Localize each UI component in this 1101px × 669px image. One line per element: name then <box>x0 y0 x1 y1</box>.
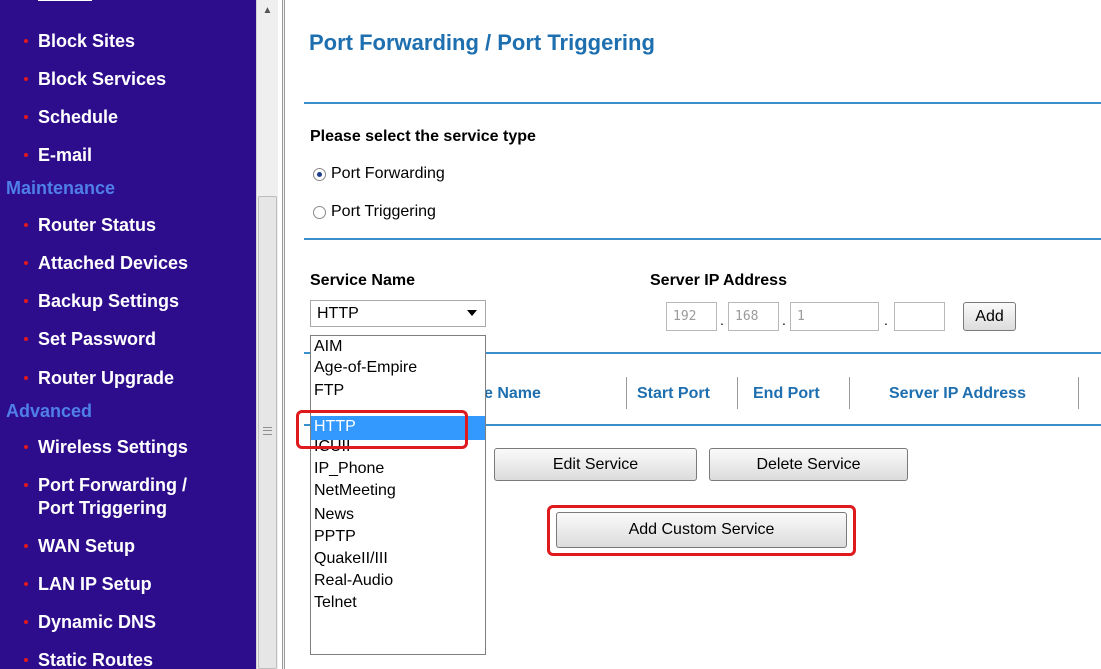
table-header-start-port: Start Port <box>637 385 710 402</box>
bullet-icon <box>24 337 28 341</box>
bullet-icon <box>24 445 28 449</box>
page-title: Port Forwarding / Port Triggering <box>309 30 655 55</box>
sidebar-item-label: Set Password <box>38 329 157 349</box>
sidebar-item-label: Wireless Settings <box>38 437 188 457</box>
dropdown-option[interactable]: Age-of-Empire <box>311 358 485 378</box>
sidebar-nav: ▬▬▬ Block Sites Block Services Schedule … <box>0 0 256 669</box>
sidebar-item-label: Block Sites <box>38 31 136 51</box>
bullet-icon <box>24 261 28 265</box>
bullet-icon <box>24 77 28 81</box>
table-header-end-port: End Port <box>753 385 820 402</box>
ip-octet-1-input[interactable]: 192 <box>666 302 717 331</box>
bullet-icon <box>24 483 28 487</box>
divider <box>304 238 1101 240</box>
sidebar-item-label: Backup Settings <box>38 291 180 311</box>
ip-octet-4-input[interactable] <box>894 302 945 331</box>
radio-port-forwarding[interactable]: Port Forwarding <box>313 165 445 183</box>
divider <box>304 102 1101 104</box>
sidebar-item-label: WAN Setup <box>38 536 135 556</box>
sidebar-item-label: Schedule <box>38 107 119 127</box>
service-name-label: Service Name <box>310 272 415 289</box>
dropdown-option[interactable]: NetMeeting <box>311 480 485 502</box>
radio-label: Port Forwarding <box>331 165 445 182</box>
dropdown-option[interactable]: FTP <box>311 380 485 398</box>
dropdown-option[interactable]: PPTP <box>311 526 485 548</box>
bullet-icon <box>24 299 28 303</box>
grip-icon <box>263 427 272 435</box>
service-type-prompt: Please select the service type <box>310 128 536 145</box>
table-header-separator <box>626 377 627 409</box>
bullet-icon <box>24 544 28 548</box>
table-header-separator <box>737 377 738 409</box>
sidebar-heading-maintenance: Maintenance <box>6 178 116 198</box>
ip-octet-3-input[interactable]: 1 <box>790 302 879 331</box>
sidebar-item-label: Static Routes <box>38 650 154 669</box>
bullet-icon <box>24 620 28 624</box>
chevron-down-icon[interactable] <box>467 310 477 316</box>
bullet-icon <box>24 376 28 380</box>
scroll-up-arrow-icon[interactable]: ▲ <box>257 0 278 22</box>
bullet-icon <box>24 658 28 662</box>
add-custom-service-button[interactable]: Add Custom Service <box>556 512 847 548</box>
table-header-separator <box>1078 377 1079 409</box>
sidebar-item-label: Block Services <box>38 69 167 89</box>
table-header-server-ip: Server IP Address <box>889 385 1026 402</box>
bullet-icon <box>24 582 28 586</box>
sidebar-item-label: Attached Devices <box>38 253 189 273</box>
dropdown-option[interactable]: News <box>311 504 485 526</box>
sidebar-item-label: Router Status <box>38 215 157 235</box>
radio-checked-icon[interactable] <box>313 167 326 181</box>
sidebar-item-label: Dynamic DNS <box>38 612 157 632</box>
bullet-icon <box>24 39 28 43</box>
add-button[interactable]: Add <box>963 302 1016 331</box>
frame-divider[interactable] <box>282 0 285 669</box>
radio-label: Port Triggering <box>331 203 436 220</box>
radio-unchecked-icon[interactable] <box>313 205 326 219</box>
sidebar-item-label: Router Upgrade <box>38 368 175 388</box>
sidebar-item-label-line2: Port Triggering <box>38 498 168 518</box>
sidebar-item-label: Port Forwarding / Port Triggering <box>38 474 187 520</box>
service-name-select[interactable]: HTTP <box>310 300 486 327</box>
radio-port-triggering[interactable]: Port Triggering <box>313 203 436 221</box>
table-header-service-name: e Name <box>484 385 541 402</box>
dropdown-option[interactable]: QuakeII/III <box>311 548 485 570</box>
bullet-icon <box>24 223 28 227</box>
table-header-separator <box>849 377 850 409</box>
bullet-icon <box>24 115 28 119</box>
dropdown-option[interactable]: Telnet <box>311 592 485 614</box>
main-content: Port Forwarding / Port Triggering Please… <box>288 0 1101 669</box>
delete-service-button[interactable]: Delete Service <box>709 448 908 481</box>
scrollbar-thumb[interactable] <box>258 196 277 669</box>
ip-dot: . <box>782 312 786 328</box>
highlight-http <box>296 410 468 449</box>
sidebar-item-port-forwarding[interactable]: Port Forwarding / Port Triggering <box>0 474 256 520</box>
server-ip-label: Server IP Address <box>650 272 787 289</box>
dropdown-option[interactable]: IP_Phone <box>311 458 485 480</box>
sidebar-item-label: LAN IP Setup <box>38 574 152 594</box>
sidebar-item-label: E-mail <box>38 145 93 165</box>
sidebar-heading-advanced: Advanced <box>6 401 93 421</box>
ip-octet-2-input[interactable]: 168 <box>728 302 779 331</box>
ip-dot: . <box>884 312 888 328</box>
edit-service-button[interactable]: Edit Service <box>494 448 697 481</box>
bullet-icon <box>24 153 28 157</box>
service-dropdown-list[interactable]: AIM Age-of-Empire FTP HTTP ICUII IP_Phon… <box>310 335 486 655</box>
sidebar-item-label-line1: Port Forwarding / <box>38 475 188 495</box>
ip-dot: . <box>720 312 724 328</box>
dropdown-option[interactable]: AIM <box>311 336 485 358</box>
sidebar-scrollbar[interactable]: ▲ <box>256 0 278 669</box>
service-select-value: HTTP <box>317 305 359 322</box>
dropdown-option[interactable]: Real-Audio <box>311 570 485 592</box>
